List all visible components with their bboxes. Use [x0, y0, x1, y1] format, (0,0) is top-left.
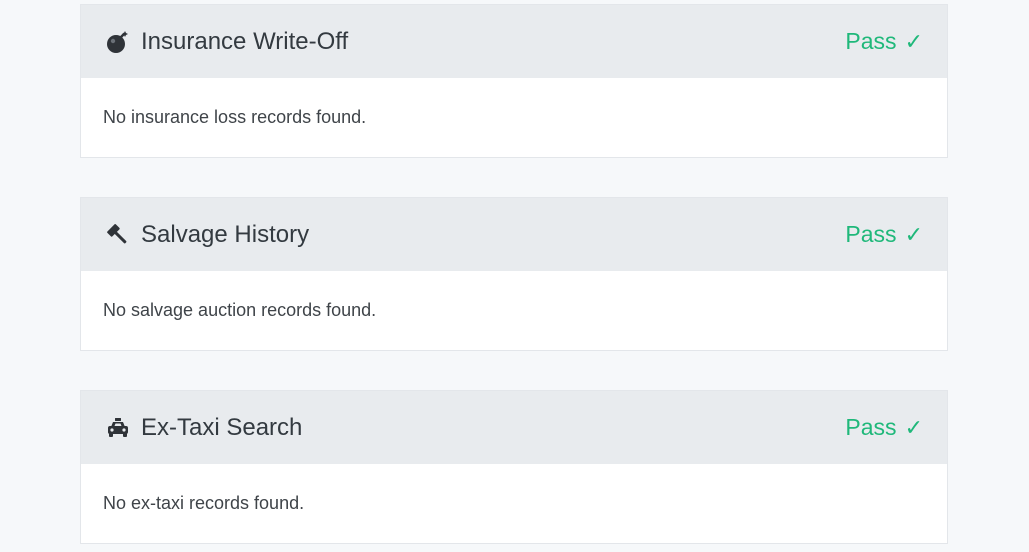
salvage-history-panel: Salvage History Pass ✓ No salvage auctio…: [80, 197, 948, 351]
checkmark-icon: ✓: [904, 28, 923, 54]
status-badge: Pass ✓: [845, 28, 923, 55]
bomb-icon: [105, 29, 131, 55]
status-label: Pass: [845, 221, 897, 247]
taxi-icon: [105, 415, 131, 441]
panel-title: Ex-Taxi Search: [141, 413, 303, 441]
gavel-icon: [105, 222, 131, 248]
panel-message: No ex-taxi records found.: [103, 493, 305, 513]
panel-message: No salvage auction records found.: [103, 300, 377, 320]
status-badge: Pass ✓: [845, 221, 923, 248]
insurance-writeoff-panel: Insurance Write-Off Pass ✓ No insurance …: [80, 4, 948, 158]
panel-title: Salvage History: [141, 220, 310, 248]
status-label: Pass: [845, 28, 897, 54]
panel-header: Salvage History Pass ✓: [81, 198, 947, 271]
checkmark-icon: ✓: [904, 221, 923, 247]
panel-message: No insurance loss records found.: [103, 107, 367, 127]
panel-header: Insurance Write-Off Pass ✓: [81, 5, 947, 78]
panel-header: Ex-Taxi Search Pass ✓: [81, 391, 947, 464]
status-badge: Pass ✓: [845, 414, 923, 441]
ex-taxi-panel: Ex-Taxi Search Pass ✓ No ex-taxi records…: [80, 390, 948, 544]
panel-title: Insurance Write-Off: [141, 27, 349, 55]
status-label: Pass: [845, 414, 897, 440]
checkmark-icon: ✓: [904, 414, 923, 440]
